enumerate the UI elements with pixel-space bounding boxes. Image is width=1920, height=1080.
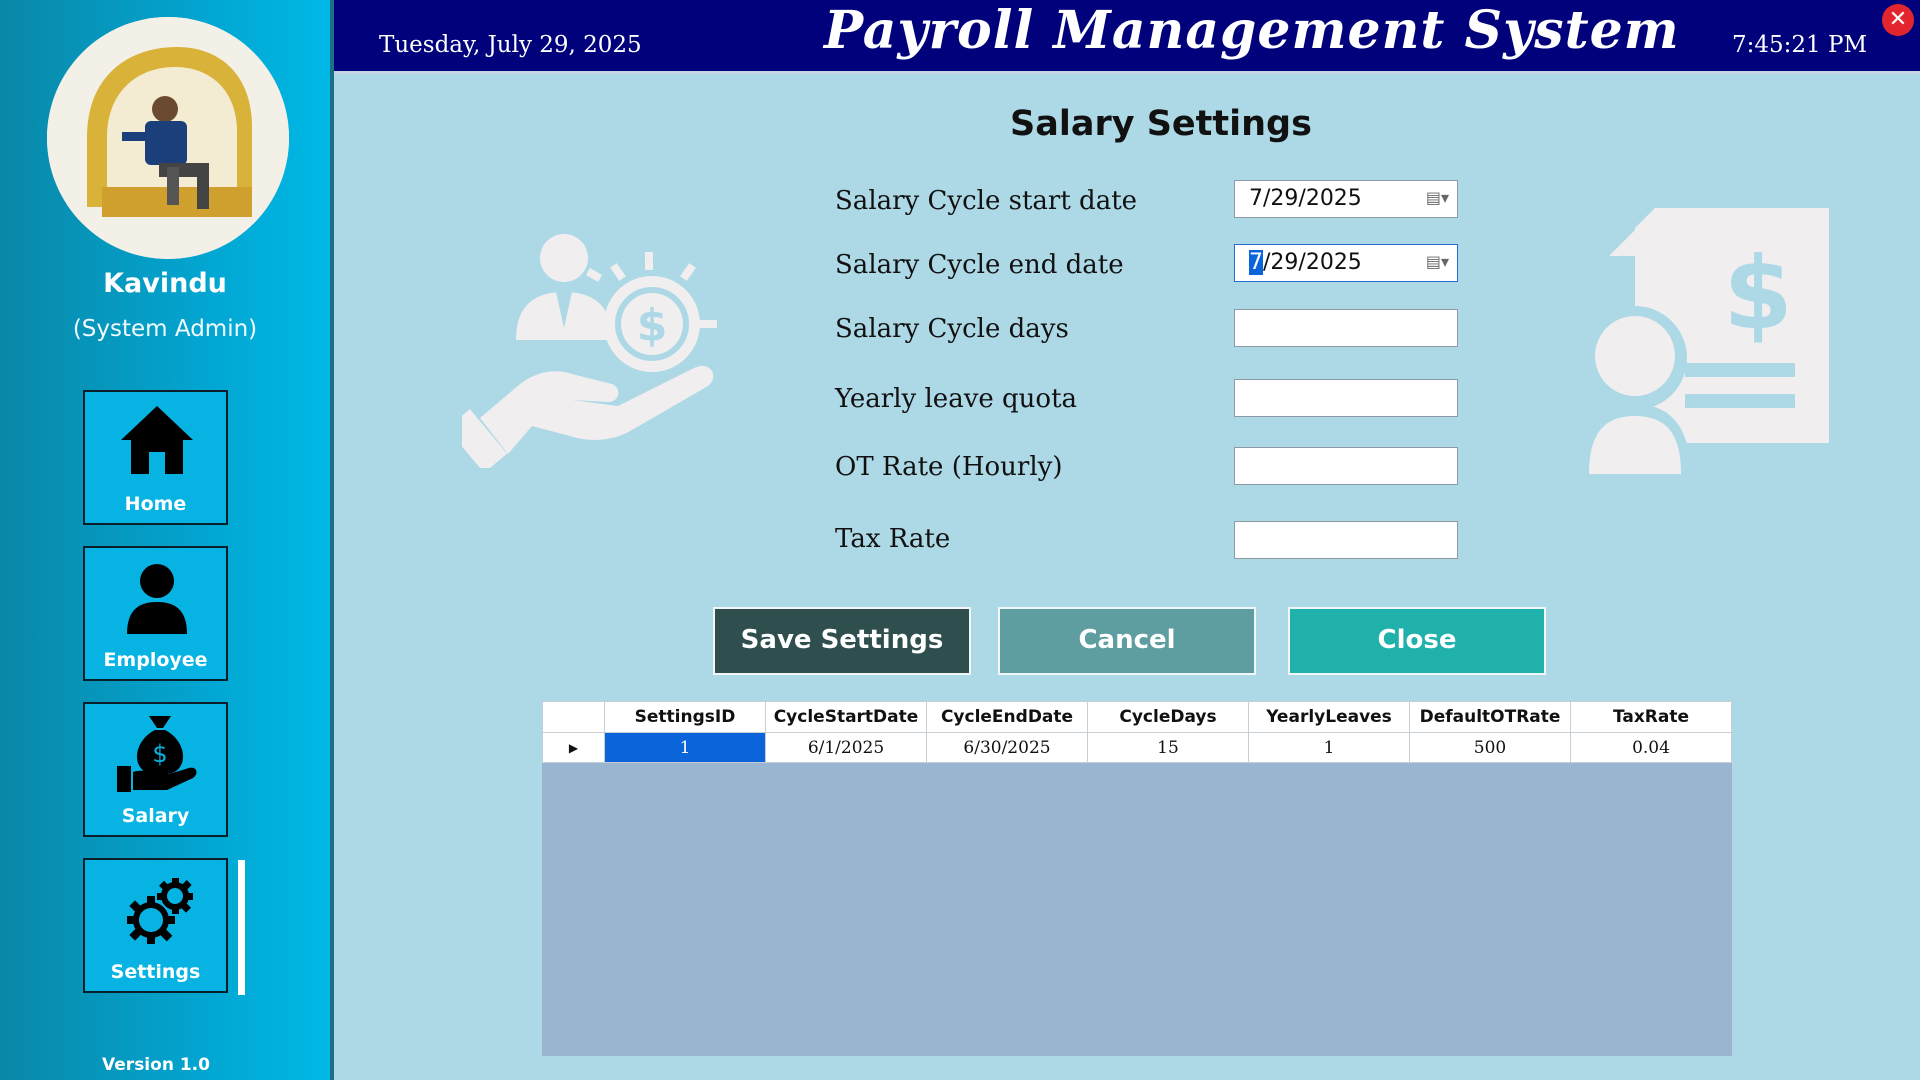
nav-settings-label: Settings [110, 961, 201, 983]
active-nav-indicator [238, 860, 245, 995]
table-header-row: SettingsID CycleStartDate CycleEndDate C… [542, 701, 1732, 733]
user-avatar [47, 17, 289, 259]
header-time: 7:45:21 PM [1732, 32, 1868, 58]
table-cell[interactable]: 500 [1409, 732, 1571, 763]
column-header[interactable]: CycleStartDate [765, 701, 927, 733]
column-header[interactable]: CycleEndDate [926, 701, 1088, 733]
column-header[interactable]: DefaultOTRate [1409, 701, 1571, 733]
nav-employee-button[interactable]: Employee [83, 546, 228, 681]
cycle-days-input[interactable] [1234, 309, 1458, 347]
row-header-corner [542, 701, 605, 733]
gears-icon [127, 878, 193, 944]
column-header[interactable]: TaxRate [1570, 701, 1732, 733]
calendar-dropdown-icon[interactable]: ▤▾ [1426, 252, 1449, 271]
table-cell[interactable]: 6/30/2025 [926, 732, 1088, 763]
header-bar: Tuesday, July 29, 2025 Payroll Managemen… [334, 0, 1920, 74]
cancel-button[interactable]: Cancel [998, 607, 1256, 675]
row-selector-arrow-icon[interactable]: ▶ [542, 732, 605, 763]
header-date: Tuesday, July 29, 2025 [379, 32, 642, 58]
column-header[interactable]: CycleDays [1087, 701, 1249, 733]
sidebar: Kavindu (System Admin) Home Employee $ S… [0, 0, 334, 1080]
svg-text:$: $ [1723, 235, 1793, 352]
user-role: (System Admin) [72, 316, 258, 342]
nav-employee-label: Employee [103, 649, 208, 671]
settings-table: SettingsID CycleStartDate CycleEndDate C… [542, 701, 1732, 763]
money-bag-hand-icon: $ [117, 716, 197, 792]
leave-quota-label: Yearly leave quota [835, 384, 1078, 414]
leave-quota-input[interactable] [1234, 379, 1458, 417]
avatar-photo [47, 17, 289, 259]
calendar-dropdown-icon[interactable]: ▤▾ [1426, 188, 1449, 207]
table-cell[interactable]: 15 [1087, 732, 1249, 763]
start-date-label: Salary Cycle start date [835, 186, 1138, 216]
cycle-days-label: Salary Cycle days [835, 314, 1069, 344]
table-cell[interactable]: 1 [604, 732, 766, 763]
ot-rate-input[interactable] [1234, 447, 1458, 485]
nav-settings-button[interactable]: Settings [83, 858, 228, 993]
end-date-value: /29/2025 [1263, 250, 1362, 275]
column-header[interactable]: SettingsID [604, 701, 766, 733]
close-window-icon[interactable]: ✕ [1882, 4, 1914, 36]
nav-home-button[interactable]: Home [83, 390, 228, 525]
salary-hand-illustration: $ [462, 234, 717, 468]
tax-rate-label: Tax Rate [835, 524, 951, 554]
ot-rate-label: OT Rate (Hourly) [835, 452, 1063, 482]
nav-home-label: Home [124, 493, 187, 515]
close-button[interactable]: Close [1288, 607, 1546, 675]
table-cell[interactable]: 1 [1248, 732, 1410, 763]
start-date-value: 7/29/2025 [1249, 186, 1362, 211]
payroll-document-illustration: $ [1579, 208, 1829, 478]
nav-salary-button[interactable]: $ Salary [83, 702, 228, 837]
column-header[interactable]: YearlyLeaves [1248, 701, 1410, 733]
start-date-picker[interactable]: 7/29/2025 ▤▾ [1234, 180, 1458, 218]
app-version: Version 1.0 [102, 1055, 210, 1075]
table-cell[interactable]: 6/1/2025 [765, 732, 927, 763]
table-cell[interactable]: 0.04 [1570, 732, 1732, 763]
svg-text:$: $ [637, 300, 668, 351]
app-title: Payroll Management System [824, 0, 1680, 61]
end-date-picker[interactable]: 7/29/2025 ▤▾ [1234, 244, 1458, 282]
svg-text:$: $ [152, 740, 167, 768]
save-settings-button[interactable]: Save Settings [713, 607, 971, 675]
user-name: Kavindu [103, 268, 227, 299]
settings-data-grid[interactable]: SettingsID CycleStartDate CycleEndDate C… [542, 701, 1732, 1056]
end-date-selected-segment: 7 [1249, 250, 1263, 275]
tax-rate-input[interactable] [1234, 521, 1458, 559]
home-icon [121, 406, 193, 474]
table-row[interactable]: ▶ 1 6/1/2025 6/30/2025 15 1 500 0.04 [542, 732, 1732, 763]
end-date-label: Salary Cycle end date [835, 250, 1124, 280]
page-title: Salary Settings [1010, 104, 1312, 144]
person-icon [127, 564, 187, 634]
nav-salary-label: Salary [121, 805, 190, 827]
